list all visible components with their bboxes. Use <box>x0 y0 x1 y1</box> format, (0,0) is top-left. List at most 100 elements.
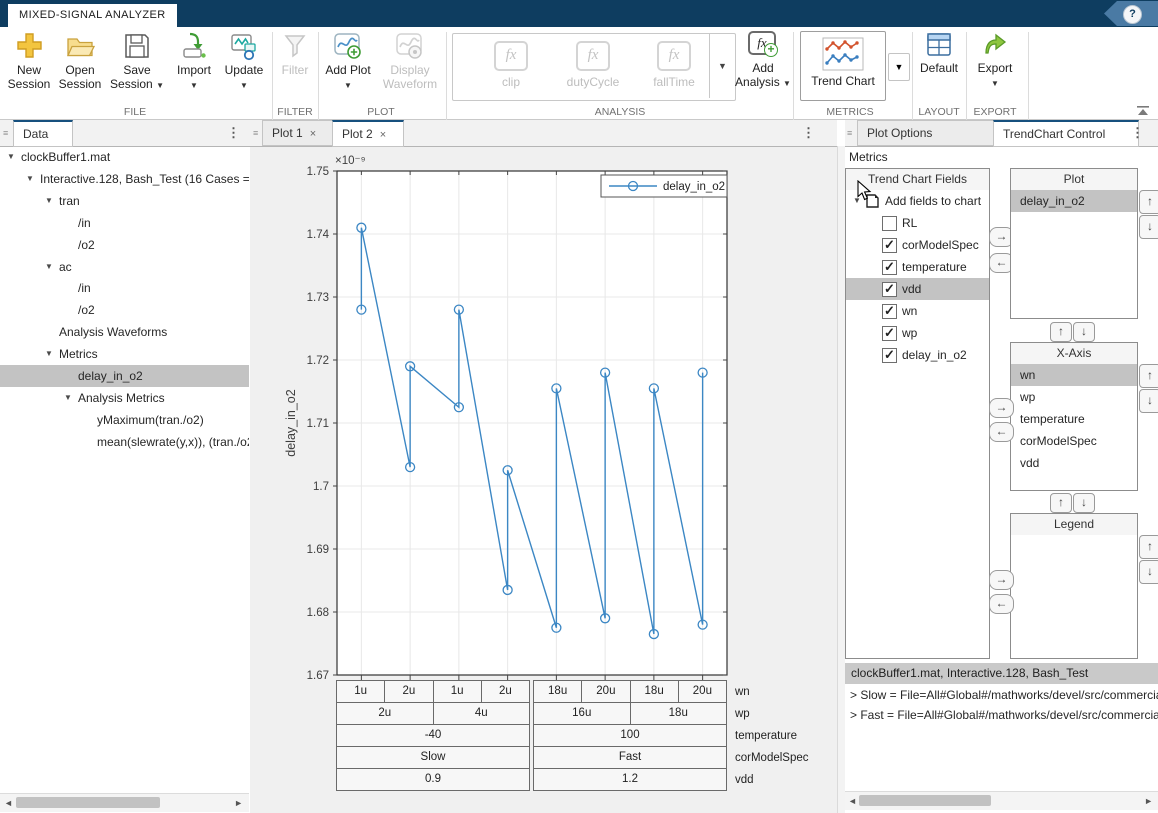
panel-grip-icon[interactable]: ≡ <box>253 120 258 146</box>
tree-item[interactable]: /in <box>0 212 249 234</box>
analysis-gallery-dropdown[interactable]: ▼ <box>709 34 735 98</box>
plot-move-up-button[interactable]: ↑ <box>1139 190 1158 214</box>
close-tab-icon[interactable]: × <box>380 129 386 141</box>
checkbox[interactable]: ✓ <box>882 260 897 275</box>
add-plot-dropdown[interactable]: ▼ <box>344 81 352 90</box>
help-button[interactable]: ? <box>1123 5 1142 24</box>
tree-item[interactable]: delay_in_o2 <box>0 365 249 387</box>
scroll-right-icon[interactable]: ► <box>1144 795 1153 807</box>
expander-icon[interactable]: ▼ <box>26 168 34 190</box>
trend-chart-dropdown[interactable]: ▼ <box>888 53 910 81</box>
import-button[interactable]: Import▼ <box>172 31 216 91</box>
xaxis-move-up-button[interactable]: ↑ <box>1139 364 1158 388</box>
scrollbar-thumb[interactable] <box>16 797 160 808</box>
save-session-dropdown[interactable]: ▼ <box>156 81 164 90</box>
scroll-left-icon[interactable]: ◄ <box>4 797 13 809</box>
legend-move-left-button[interactable]: ← <box>989 594 1014 614</box>
tree-item[interactable]: ▼clockBuffer1.mat <box>0 146 249 168</box>
plot-up-button[interactable]: ↑ <box>1050 322 1072 342</box>
tree-item[interactable]: ▼tran <box>0 190 249 212</box>
analysis-dutycycle[interactable]: fx dutyCycle <box>558 41 628 89</box>
xaxis-list-item[interactable]: wn <box>1011 364 1137 386</box>
data-panel-hscrollbar[interactable]: ◄ ► <box>0 793 249 812</box>
xaxis-list-item[interactable]: corModelSpec <box>1011 430 1137 452</box>
scroll-left-icon[interactable]: ◄ <box>848 795 857 807</box>
expander-icon[interactable]: ▼ <box>64 387 72 409</box>
tree-item[interactable]: ▼Metrics <box>0 343 249 365</box>
scrollbar-thumb[interactable] <box>859 795 991 806</box>
expander-icon[interactable]: ▼ <box>7 146 15 168</box>
default-layout-button[interactable]: Default <box>916 31 962 75</box>
app-tab[interactable]: MIXED-SIGNAL ANALYZER <box>8 4 177 27</box>
legend-move-up-button[interactable]: ↑ <box>1139 535 1158 559</box>
checkbox[interactable]: ✓ <box>882 238 897 253</box>
checkbox[interactable]: ✓ <box>882 304 897 319</box>
scroll-right-icon[interactable]: ► <box>234 797 243 809</box>
tree-item[interactable]: /in <box>0 277 249 299</box>
add-analysis-button[interactable]: fx + Add Analysis ▼ <box>735 31 791 89</box>
field-row-wn[interactable]: ✓wn <box>846 300 990 322</box>
right-panel-menu-icon[interactable]: ⋮ <box>1131 120 1144 146</box>
trend-chart-button[interactable]: Trend Chart <box>800 31 886 101</box>
xaxis-move-left-button[interactable]: ← <box>989 422 1014 442</box>
add-plot-button[interactable]: Add Plot▼ <box>322 31 374 91</box>
legend-move-down-button[interactable]: ↓ <box>1139 560 1158 584</box>
checkbox[interactable]: ✓ <box>882 326 897 341</box>
save-session-button[interactable]: Save Session ▼ <box>106 31 168 91</box>
plot-list-item[interactable]: delay_in_o2 <box>1011 190 1137 212</box>
field-row-temperature[interactable]: ✓temperature <box>846 256 990 278</box>
tree-item[interactable]: Analysis Waveforms <box>0 321 249 343</box>
checkbox[interactable] <box>882 216 897 231</box>
panel-grip-icon[interactable]: ≡ <box>3 120 8 146</box>
expander-icon[interactable]: ▼ <box>45 190 53 212</box>
field-row-RL[interactable]: RL <box>846 212 990 234</box>
trend-chart-plot[interactable]: 1.671.681.691.71.711.721.731.741.75×10⁻⁹… <box>250 146 837 813</box>
plot-move-down-button[interactable]: ↓ <box>1139 215 1158 239</box>
expander-icon[interactable]: ▼ <box>45 343 53 365</box>
analysis-clip[interactable]: fx clip <box>481 41 541 89</box>
analysis-falltime[interactable]: fx fallTime <box>641 41 707 89</box>
xaxis-up-button[interactable]: ↑ <box>1050 493 1072 513</box>
plot-panel-menu-icon[interactable]: ⋮ <box>802 120 815 146</box>
chart-legend[interactable]: delay_in_o2 <box>601 175 727 197</box>
xaxis-list-item[interactable]: temperature <box>1011 408 1137 430</box>
collapse-toolstrip-icon[interactable] <box>1136 106 1150 116</box>
tree-item[interactable]: /o2 <box>0 299 249 321</box>
close-tab-icon[interactable]: × <box>310 128 316 140</box>
plot-down-button[interactable]: ↓ <box>1073 322 1095 342</box>
filter-button[interactable]: Filter <box>274 31 316 77</box>
tree-item[interactable]: ▼Analysis Metrics <box>0 387 249 409</box>
xaxis-list-item[interactable]: vdd <box>1011 452 1137 474</box>
tree-item[interactable]: ▼Interactive.128, Bash_Test (16 Cases = … <box>0 168 249 190</box>
xaxis-down-button[interactable]: ↓ <box>1073 493 1095 513</box>
legend-move-right-button[interactable]: → <box>989 570 1014 590</box>
checkbox[interactable]: ✓ <box>882 348 897 363</box>
import-dropdown[interactable]: ▼ <box>190 81 198 90</box>
field-row-corModelSpec[interactable]: ✓corModelSpec <box>846 234 990 256</box>
new-session-button[interactable]: New Session <box>6 31 52 91</box>
xaxis-list-item[interactable]: wp <box>1011 386 1137 408</box>
right-panel-hscrollbar[interactable]: ◄ ► <box>845 791 1158 810</box>
export-button[interactable]: Export▼ <box>972 31 1018 89</box>
data-panel-menu-icon[interactable]: ⋮ <box>227 120 240 146</box>
tree-item[interactable]: yMaximum(tran./o2) <box>0 409 249 431</box>
tab-trendchart-control[interactable]: TrendChart Control <box>993 120 1139 147</box>
checkbox[interactable]: ✓ <box>882 282 897 297</box>
field-row-wp[interactable]: ✓wp <box>846 322 990 344</box>
add-analysis-dropdown[interactable]: ▼ <box>783 79 791 88</box>
tab-plot-2[interactable]: Plot 2× <box>332 120 404 147</box>
tree-item[interactable]: /o2 <box>0 234 249 256</box>
expander-icon[interactable]: ▼ <box>45 256 53 278</box>
xaxis-move-right-button[interactable]: → <box>989 398 1014 418</box>
tab-plot-1[interactable]: Plot 1× <box>262 120 334 146</box>
export-dropdown[interactable]: ▼ <box>991 79 999 88</box>
xaxis-move-down-button[interactable]: ↓ <box>1139 389 1158 413</box>
field-row-delay_in_o2[interactable]: ✓delay_in_o2 <box>846 344 990 366</box>
update-button[interactable]: Update▼ <box>220 31 268 91</box>
open-session-button[interactable]: Open Session <box>56 31 104 91</box>
tree-item[interactable]: mean(slewrate(y,x)), (tran./o2) <box>0 431 249 453</box>
field-row-vdd[interactable]: ✓vdd <box>846 278 990 300</box>
panel-grip-icon[interactable]: ≡ <box>847 120 852 146</box>
tab-data[interactable]: Data <box>13 120 73 147</box>
update-dropdown[interactable]: ▼ <box>240 81 248 90</box>
